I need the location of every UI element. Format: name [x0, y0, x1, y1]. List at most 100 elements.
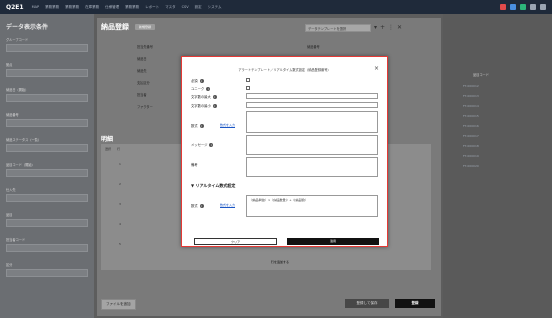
filter-input[interactable]: [6, 269, 88, 277]
filter-label: 区分: [6, 263, 13, 267]
filter-label: グループコード: [6, 38, 29, 42]
column-header: 品目コード: [473, 73, 489, 77]
filter-input[interactable]: [6, 144, 88, 152]
filter-panel: データ表示条件 グループコード 拠点 納品日（開始） 納品番号 納品ステータス（…: [0, 14, 94, 318]
template-select[interactable]: データテンプレートを選択: [305, 24, 371, 32]
user-icon[interactable]: [530, 4, 536, 10]
clear-button[interactable]: クリア: [194, 238, 277, 245]
nav-item[interactable]: 業務業務: [125, 5, 139, 10]
info-icon: i: [212, 94, 217, 99]
save-draft-button[interactable]: 登録して保存: [345, 299, 389, 308]
nav-item[interactable]: 業務業務: [65, 5, 79, 10]
info-icon: i: [209, 142, 214, 147]
top-icons: [500, 4, 546, 10]
top-nav-menu: MAP 業務業務 業務業務 在庫業務 仕様管理 業務業務 レポート マスタ CS…: [32, 5, 222, 10]
filter-input[interactable]: [6, 169, 88, 177]
modal-title: アラートテンプレート／リアルタイム数式設定（納品登録番号）: [238, 68, 331, 72]
max-length-input[interactable]: [246, 93, 378, 99]
filter-label: 品目: [6, 213, 13, 217]
form-label: ファクター: [137, 105, 153, 109]
row-number: 2: [119, 182, 121, 186]
field-label: 数式: [191, 124, 198, 128]
nav-item[interactable]: マスタ: [165, 5, 176, 10]
field-label: メッセージ: [191, 143, 208, 147]
realtime-section-title: ▼ リアルタイム数式設定: [191, 183, 236, 188]
list-item: FT-000019: [463, 154, 479, 158]
field-label: 文字数の最小: [191, 104, 211, 108]
nav-item[interactable]: CSV: [182, 5, 189, 10]
form-label: 担当者: [137, 93, 147, 97]
filter-input[interactable]: [6, 219, 88, 227]
filter-label: 仕入先: [6, 188, 16, 192]
message-textarea[interactable]: [246, 135, 378, 155]
alert-formula-modal: アラートテンプレート／リアルタイム数式設定（納品登録番号） × 必須 i ユニーク…: [181, 56, 388, 247]
min-length-input[interactable]: [246, 102, 378, 108]
row-number: 1: [119, 162, 121, 166]
right-list-panel: 品目コード FT-000012 FT-000013 FT-000014 FT-0…: [443, 14, 552, 318]
filter-input[interactable]: [6, 44, 88, 52]
list-item: FT-000017: [463, 134, 479, 138]
filter-input[interactable]: [6, 94, 88, 102]
grid-header: 選択: [105, 147, 112, 151]
field-label: 必須: [191, 79, 198, 83]
page-title: 納品登録: [101, 23, 129, 31]
info-icon: i: [199, 203, 204, 208]
unique-checkbox[interactable]: [246, 86, 250, 90]
nav-item[interactable]: 在庫業務: [85, 5, 99, 10]
detail-section-title: 明細: [101, 136, 114, 143]
chevron-down-icon[interactable]: ▾: [374, 25, 377, 31]
formula-input-link[interactable]: 数式を入力: [220, 123, 235, 127]
nav-item[interactable]: 仕様管理: [105, 5, 119, 10]
more-icon[interactable]: ⋮: [388, 25, 394, 31]
app-logo: Q2E1: [6, 3, 24, 11]
filter-input[interactable]: [6, 69, 88, 77]
filter-label: 納品ステータス（一覧）: [6, 138, 42, 142]
top-navigation-bar: Q2E1 MAP 業務業務 業務業務 在庫業務 仕様管理 業務業務 レポート マ…: [0, 0, 552, 14]
field-label: 文字数の最大: [191, 95, 211, 99]
note-textarea[interactable]: [246, 157, 378, 177]
register-button[interactable]: 登録: [395, 299, 435, 308]
filter-input[interactable]: [6, 244, 88, 252]
filter-label: 担当者コード: [6, 238, 26, 242]
filter-input[interactable]: [6, 194, 88, 202]
settings-icon[interactable]: [540, 4, 546, 10]
calendar-icon[interactable]: [520, 4, 526, 10]
grid-header: 行: [117, 147, 121, 151]
nav-item[interactable]: 業務業務: [45, 5, 59, 10]
realtime-formula-textarea[interactable]: （[納品単価]）×（[納品数量]）+（[納品額]）: [246, 195, 378, 217]
form-label: 納品日: [137, 57, 147, 61]
filter-label: 拠点: [6, 63, 13, 67]
list-item: FT-000013: [463, 94, 479, 98]
formula-textarea[interactable]: [246, 111, 378, 133]
form-label: 納品番号: [307, 45, 320, 49]
notification-icon[interactable]: [500, 4, 506, 10]
info-icon: i: [199, 123, 204, 128]
filter-label: 納品日（開始）: [6, 88, 29, 92]
nav-item[interactable]: レポート: [145, 5, 159, 10]
filter-input[interactable]: [6, 119, 88, 127]
field-label: ユニーク: [191, 87, 205, 91]
required-checkbox[interactable]: [246, 78, 250, 82]
field-label: 数式: [191, 204, 198, 208]
add-file-button[interactable]: ファイルを追加: [101, 299, 136, 310]
apply-button[interactable]: 適用: [287, 238, 379, 245]
field-label: 備考: [191, 163, 198, 167]
info-icon: i: [199, 78, 204, 83]
add-icon[interactable]: +: [380, 25, 385, 31]
list-item: FT-000012: [463, 84, 479, 88]
add-row-button[interactable]: 行を追加する: [271, 260, 289, 264]
list-item: FT-000015: [463, 114, 479, 118]
message-icon[interactable]: [510, 4, 516, 10]
nav-item[interactable]: MAP: [32, 5, 40, 10]
form-label: 担当先番号: [137, 45, 153, 49]
list-item: FT-000016: [463, 124, 479, 128]
form-label: 納品先: [137, 69, 147, 73]
row-number: 3: [119, 202, 121, 206]
close-icon[interactable]: ✕: [397, 25, 402, 31]
realtime-formula-link[interactable]: 数式を入力: [220, 203, 235, 207]
close-icon[interactable]: ×: [374, 65, 379, 72]
nav-item[interactable]: システム: [208, 5, 222, 10]
filter-panel-title: データ表示条件: [6, 24, 49, 31]
row-number: 4: [119, 222, 121, 226]
nav-item[interactable]: 設定: [195, 5, 202, 10]
